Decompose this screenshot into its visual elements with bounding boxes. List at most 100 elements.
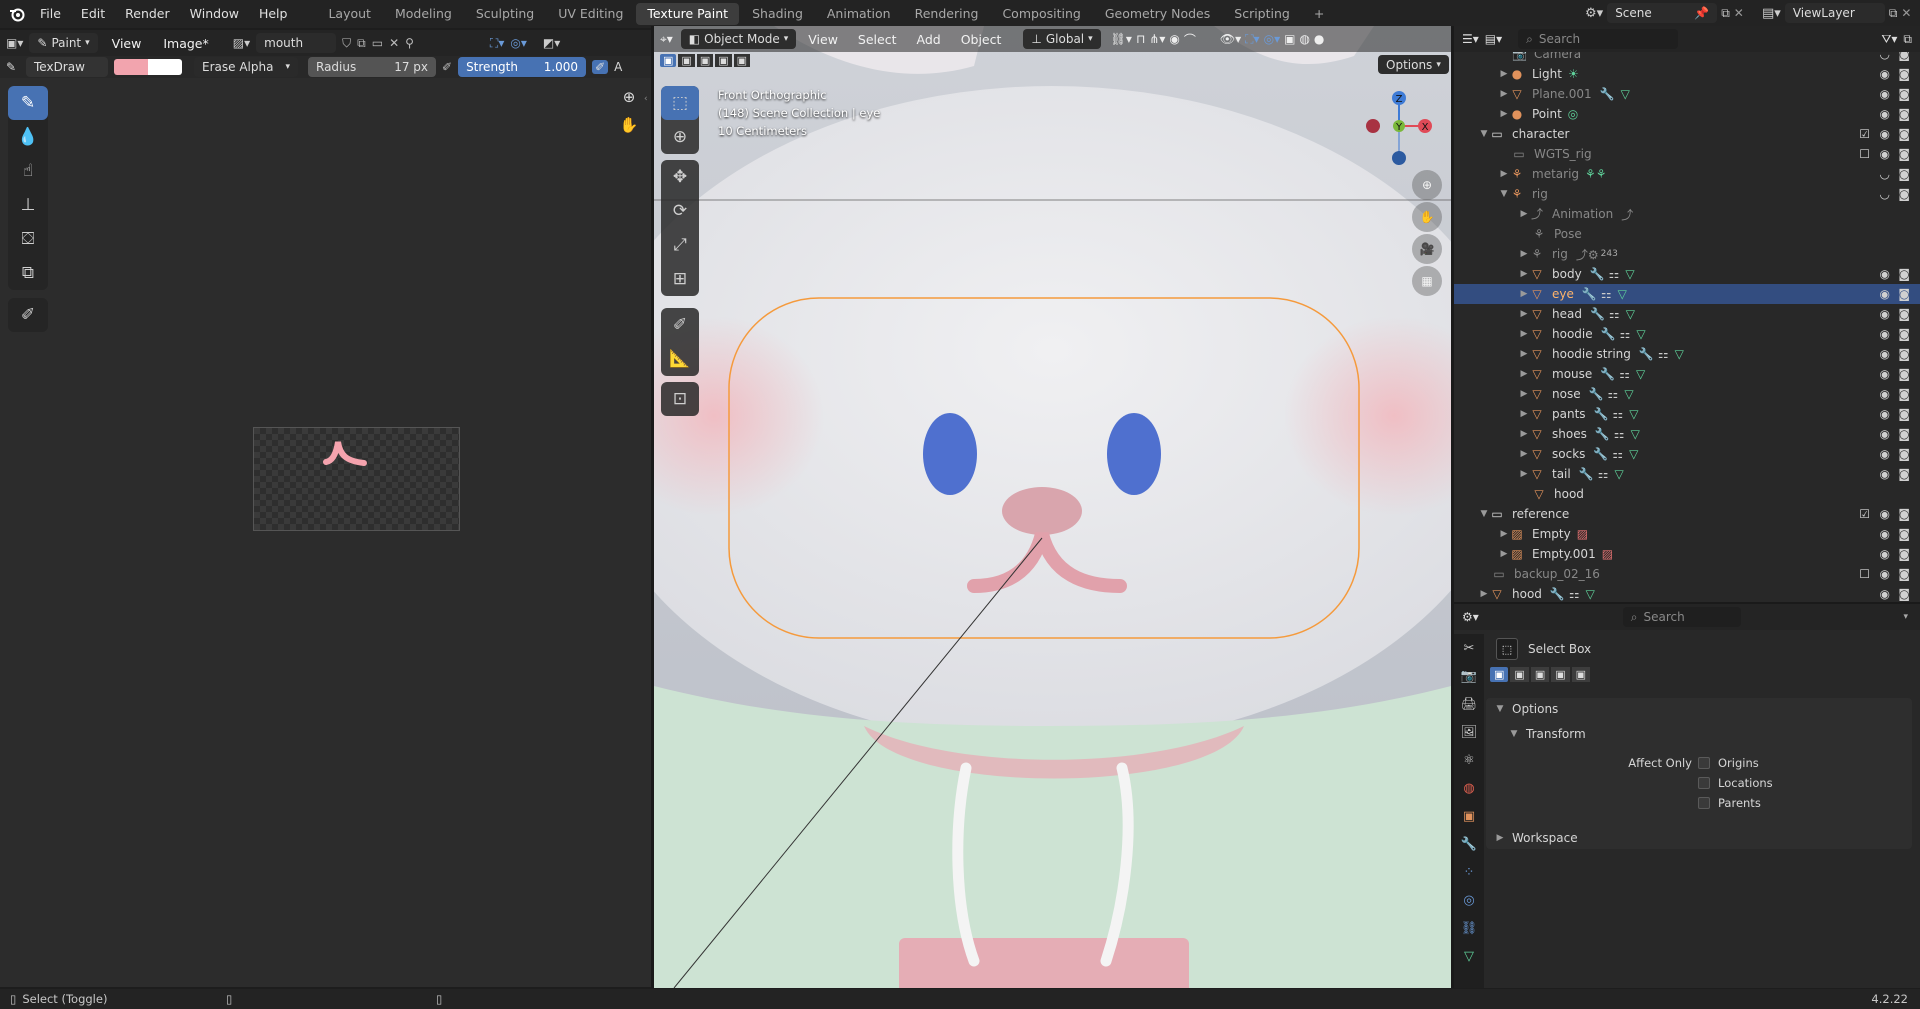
render-icon[interactable]: ◙: [1898, 167, 1910, 181]
menu-help[interactable]: Help: [249, 0, 298, 28]
eye-icon[interactable]: ◡: [1880, 187, 1890, 201]
tree-item-pose[interactable]: ⚘ Pose: [1454, 224, 1920, 244]
tree-item-animation[interactable]: ▶ ⤴ Animation ⤴: [1454, 204, 1920, 224]
expand-arrow-icon[interactable]: ▶: [1518, 469, 1530, 479]
eye-icon[interactable]: ◉: [1880, 447, 1890, 461]
expand-arrow-icon[interactable]: ▶: [1518, 289, 1530, 299]
collapse-arrow-icon[interactable]: ▼: [1498, 189, 1510, 199]
tab-compositing[interactable]: Compositing: [991, 3, 1091, 25]
expand-arrow-icon[interactable]: ▶: [1518, 269, 1530, 279]
image-name-field[interactable]: mouth: [256, 33, 337, 53]
render-icon[interactable]: ◙: [1898, 387, 1910, 401]
render-icon[interactable]: ◙: [1898, 67, 1910, 81]
tab-sculpting[interactable]: Sculpting: [465, 3, 545, 25]
collapse-arrow-icon[interactable]: ▼: [1494, 704, 1506, 714]
parents-checkbox[interactable]: Parents: [1698, 796, 1761, 810]
new-scene-icon[interactable]: ⧉: [1721, 6, 1730, 21]
clone-tool-icon[interactable]: ⊥: [8, 188, 48, 222]
render-icon[interactable]: ◙: [1898, 427, 1910, 441]
editor-type-icon[interactable]: ▣▾: [6, 36, 23, 50]
tree-item-rig-data[interactable]: ▶ ⚘ rig ⤴⚙ 243: [1454, 244, 1920, 264]
zoom-icon[interactable]: ⊕: [1412, 170, 1442, 200]
sidebar-toggle-icon[interactable]: ‹: [644, 94, 648, 104]
mesh-data-icon[interactable]: ▽: [1614, 467, 1623, 481]
transform-subpanel-header[interactable]: ▼ Transform: [1486, 723, 1912, 745]
tree-item-camera[interactable]: 📷 Camera ◡ ◙: [1454, 52, 1920, 64]
locations-checkbox[interactable]: Locations: [1698, 776, 1773, 790]
eye-icon[interactable]: ◉: [1880, 407, 1890, 421]
render-icon[interactable]: ◙: [1898, 587, 1910, 601]
fake-user-icon[interactable]: ⛉: [342, 36, 351, 51]
texture-canvas[interactable]: [253, 427, 460, 531]
select-box-tool-icon[interactable]: ⬚: [661, 86, 699, 120]
expand-arrow-icon[interactable]: ▶: [1518, 389, 1530, 399]
view-layer-field[interactable]: ViewLayer: [1784, 3, 1885, 23]
blender-logo-icon[interactable]: [8, 5, 26, 23]
select-subtract-icon[interactable]: ▣: [696, 54, 714, 67]
measure-tool-icon[interactable]: 📐: [661, 342, 699, 376]
scene-tab-icon[interactable]: ⚛: [1454, 746, 1484, 774]
tree-item-metarig[interactable]: ▶ ⚘ metarig ⚘⚘ ◡ ◙: [1454, 164, 1920, 184]
mask-tool-icon[interactable]: ⧉: [8, 256, 48, 290]
eye-icon[interactable]: ◉: [1880, 87, 1890, 101]
display-mode-icon[interactable]: ▤▾: [1485, 32, 1502, 46]
eye-icon[interactable]: ◉: [1880, 147, 1890, 161]
options-dropdown[interactable]: Options ▾: [1378, 55, 1449, 74]
tree-item-shoes[interactable]: ▶ ▽ shoes 🔧 ⚏ ▽ ◉ ◙: [1454, 424, 1920, 444]
tree-item-eye[interactable]: ▶ ▽ eye 🔧 ⚏ ▽ ◉ ◙: [1454, 284, 1920, 304]
render-icon[interactable]: ◙: [1898, 527, 1910, 541]
tree-item-empty[interactable]: ▶ ▨ Empty ▨ ◉ ◙: [1454, 524, 1920, 544]
fill-tool-icon[interactable]: ⛋: [8, 222, 48, 256]
overlay-toggle-icon[interactable]: ◎▾: [1264, 32, 1281, 46]
radius-slider[interactable]: Radius 17 px: [308, 57, 436, 77]
mesh-data-icon[interactable]: ▽: [1636, 327, 1645, 341]
pin-icon[interactable]: 📌: [1694, 6, 1709, 20]
vertex-group-icon[interactable]: ⚏: [1619, 367, 1630, 381]
vertex-group-icon[interactable]: ⚏: [1612, 447, 1623, 461]
snap-target-icon[interactable]: ⋔▾: [1149, 32, 1165, 46]
tab-rendering[interactable]: Rendering: [904, 3, 990, 25]
expand-arrow-icon[interactable]: ▶: [1518, 329, 1530, 339]
uv-sync-icon[interactable]: ⛶▾: [490, 36, 504, 51]
eye-icon[interactable]: ◉: [1880, 427, 1890, 441]
vertex-group-icon[interactable]: ⚏: [1613, 407, 1624, 421]
draw-tool-icon[interactable]: ✎: [8, 86, 48, 120]
visibility-icon[interactable]: 👁▾: [1220, 32, 1241, 46]
rotate-tool-icon[interactable]: ⟳: [661, 194, 699, 228]
view-layer-tab-icon[interactable]: 🖼: [1454, 718, 1484, 746]
eye-icon[interactable]: ◉: [1880, 567, 1890, 581]
expand-arrow-icon[interactable]: ▶: [1498, 109, 1510, 119]
render-icon[interactable]: ◙: [1898, 447, 1910, 461]
filter-icon[interactable]: ⛛▾: [1881, 32, 1897, 47]
tree-item-body[interactable]: ▶ ▽ body 🔧 ⚏ ▽ ◉ ◙: [1454, 264, 1920, 284]
zoom-icon[interactable]: ⊕: [614, 88, 644, 116]
expand-arrow-icon[interactable]: ▶: [1478, 589, 1490, 599]
snap-icon[interactable]: ⊓: [1136, 32, 1145, 46]
radius-pressure-icon[interactable]: ✐: [442, 60, 452, 74]
close-scene-icon[interactable]: ✕: [1734, 6, 1744, 20]
expand-arrow-icon[interactable]: ▶: [1518, 449, 1530, 459]
eye-icon[interactable]: ◉: [1880, 587, 1890, 601]
strength-slider[interactable]: Strength 1.000: [458, 57, 587, 77]
ortho-grid-icon[interactable]: ▦: [1412, 266, 1442, 296]
tree-item-hood-child[interactable]: ▽ hood: [1454, 484, 1920, 504]
orientation-dropdown[interactable]: ⊥ Global ▾: [1023, 29, 1101, 49]
render-icon[interactable]: ◙: [1898, 267, 1910, 281]
falloff-icon[interactable]: ⌒: [1184, 31, 1196, 48]
axis-gizmo[interactable]: Z Y X: [1354, 86, 1444, 176]
open-image-icon[interactable]: ▭: [372, 36, 383, 50]
expand-arrow-icon[interactable]: ▶: [1498, 529, 1510, 539]
options-panel-header[interactable]: ▼ Options: [1486, 698, 1912, 720]
menu-render[interactable]: Render: [115, 0, 180, 28]
mesh-data-icon[interactable]: ▽: [1586, 587, 1595, 601]
select-intersect-icon[interactable]: ▣: [733, 54, 751, 67]
tree-collection-backup[interactable]: ▭ backup_02_16 ☐ ◉ ◙: [1454, 564, 1920, 584]
mesh-data-icon[interactable]: ▽: [1626, 307, 1635, 321]
particles-tab-icon[interactable]: ⁘: [1454, 858, 1484, 886]
mode-dropdown[interactable]: ◧ Object Mode ▾: [680, 29, 797, 49]
tree-item-point[interactable]: ▶ ● Point ◎ ◉ ◙: [1454, 104, 1920, 124]
annotate-tool-icon[interactable]: ✐: [8, 298, 48, 332]
blend-mode-dropdown[interactable]: Erase Alpha ▾: [194, 57, 298, 77]
eye-icon[interactable]: ◉: [1880, 367, 1890, 381]
editor-type-icon[interactable]: ☰▾: [1462, 32, 1479, 46]
